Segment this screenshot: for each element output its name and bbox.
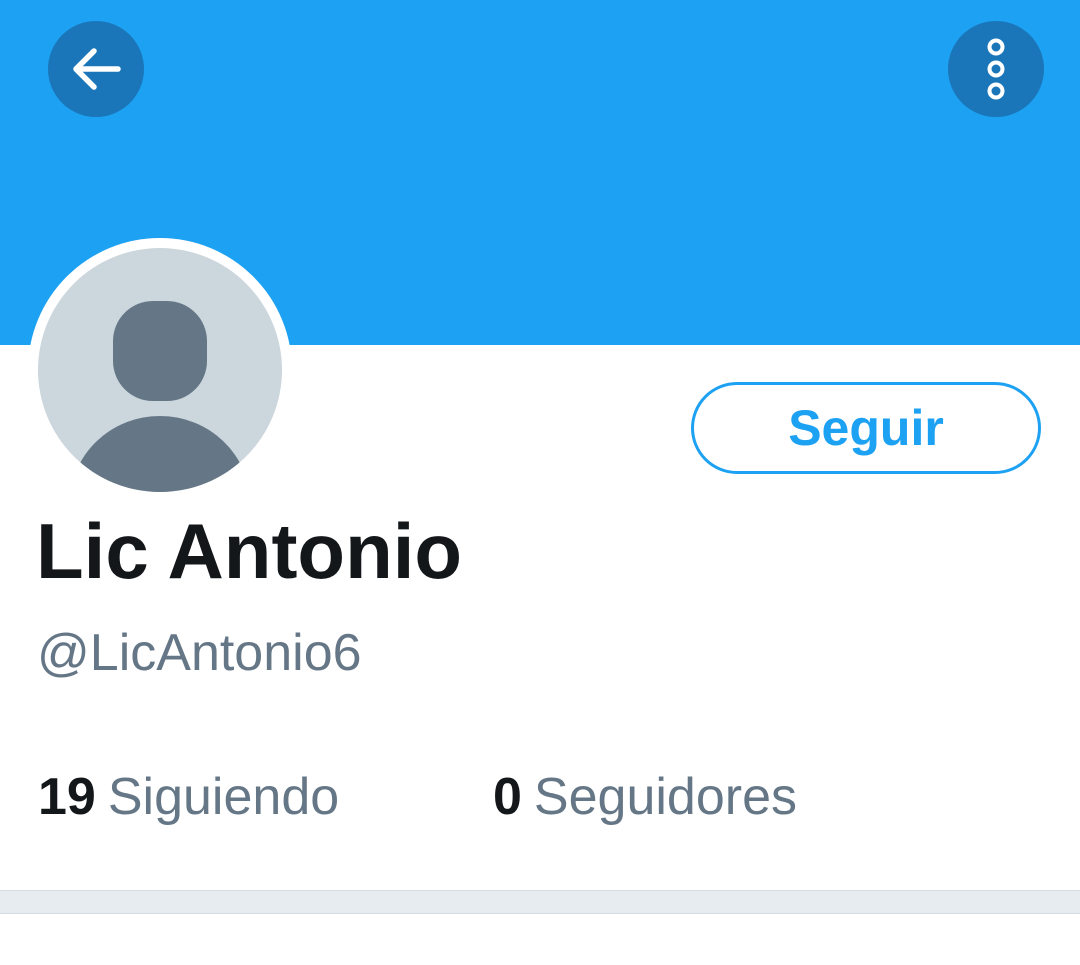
followers-stat[interactable]: 0 Seguidores — [493, 766, 797, 828]
arrow-left-icon — [73, 48, 121, 90]
profile-handle: @LicAntonio6 — [37, 624, 362, 682]
more-options-button[interactable] — [948, 21, 1044, 117]
profile-display-name: Lic Antonio — [36, 507, 463, 595]
following-label: Siguiendo — [107, 768, 340, 826]
following-count: 19 — [38, 768, 96, 826]
following-stat[interactable]: 19 Siguiendo — [38, 766, 339, 828]
follow-button[interactable]: Seguir — [691, 382, 1041, 474]
followers-count: 0 — [493, 768, 522, 826]
avatar[interactable] — [38, 248, 282, 492]
section-divider — [0, 890, 1080, 914]
avatar-frame — [28, 238, 292, 502]
back-button[interactable] — [48, 21, 144, 117]
followers-label: Seguidores — [533, 768, 797, 826]
more-vertical-icon — [987, 38, 1005, 100]
default-avatar-icon — [70, 301, 250, 492]
